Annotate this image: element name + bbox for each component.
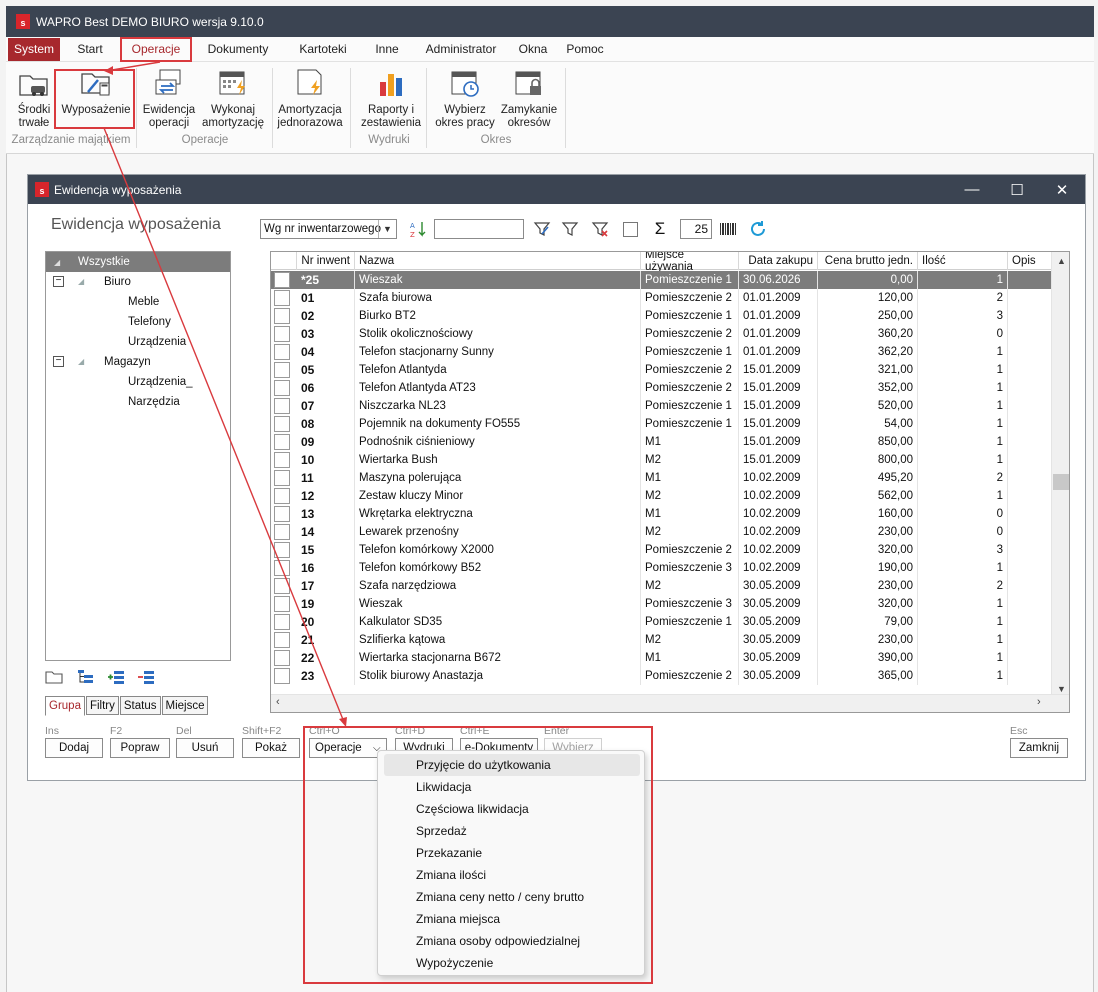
annotation-arrows: [103, 61, 347, 727]
